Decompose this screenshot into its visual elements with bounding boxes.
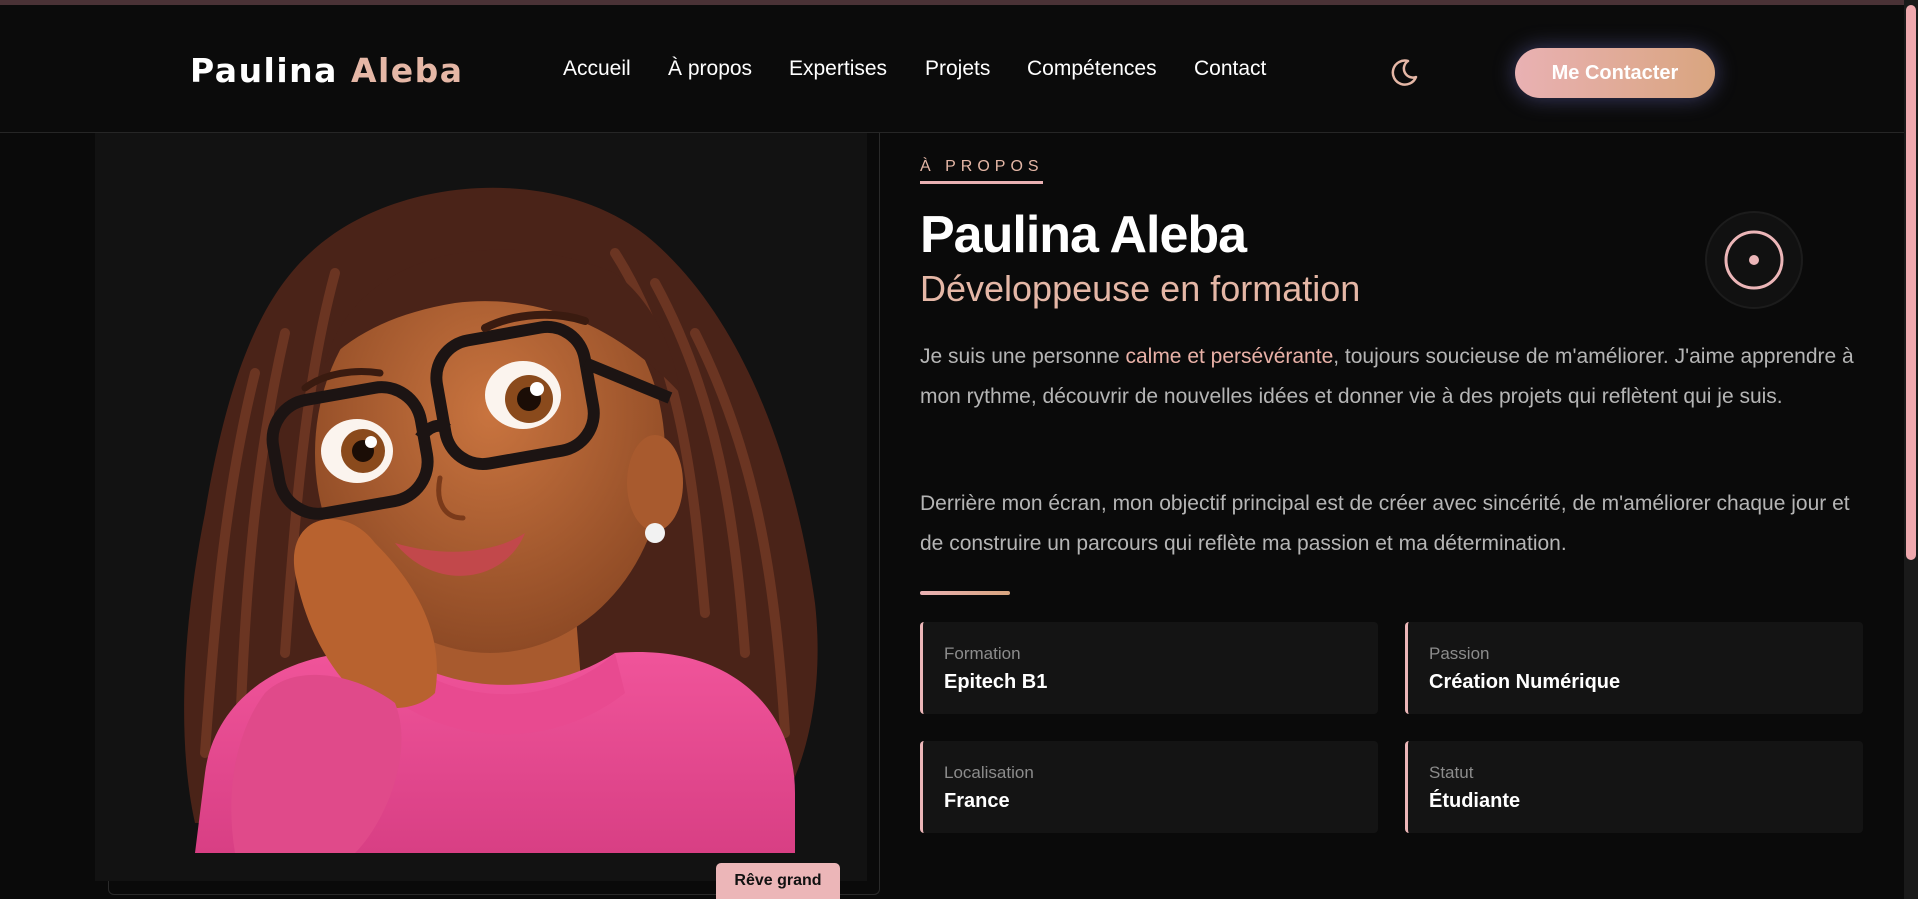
info-card-label: Passion [1429,644,1490,663]
contact-me-button[interactable]: Me Contacter [1515,48,1715,98]
nav-link-a-propos[interactable]: À propos [668,57,752,81]
info-card-value: Epitech B1 [944,671,1048,693]
site-logo[interactable]: Paulina Aleba [190,51,464,90]
nav-link-accueil[interactable]: Accueil [563,57,631,81]
section-divider [920,591,1010,595]
info-card-value: Étudiante [1429,790,1521,812]
info-card-passion: Passion Création Numérique [1405,622,1863,714]
bio-paragraph-2: Derrière mon écran, mon objectif princip… [920,492,1850,555]
site-header: Paulina Aleba Accueil À propos Expertise… [0,5,1904,133]
info-card-formation: Formation Epitech B1 [920,622,1378,714]
nav-link-competences[interactable]: Compétences [1027,57,1157,81]
nav-link-contact[interactable]: Contact [1194,57,1266,81]
info-card-label: Statut [1429,763,1474,782]
avatar-illustration [184,187,818,853]
info-card-label: Formation [944,644,1021,663]
scrollbar-thumb[interactable] [1906,5,1916,560]
page-scrollbar[interactable] [1904,0,1918,899]
info-card-statut: Statut Étudiante [1405,741,1863,833]
dream-big-badge: Rêve grand [716,863,840,899]
bio-text-start: Je suis une personne [920,345,1126,368]
nav-link-expertises[interactable]: Expertises [789,57,887,81]
info-card-value: France [944,790,1010,812]
nav-link-projets[interactable]: Projets [925,57,990,81]
logo-last-name: Aleba [350,51,464,90]
moon-icon[interactable] [1388,57,1420,89]
profile-role: Développeuse en formation [920,268,1361,309]
avatar-image-card [95,133,867,881]
info-card-localisation: Localisation France [920,741,1378,833]
bio-paragraph-1: Je suis une personne calme et persévéran… [920,337,1860,417]
logo-first-name: Paulina [190,51,338,90]
info-card-value: Création Numérique [1429,671,1621,693]
info-card-label: Localisation [944,763,1034,782]
section-eyebrow: À PROPOS [920,158,1044,175]
target-icon [1704,210,1804,310]
profile-name: Paulina Aleba [920,206,1247,264]
bio-highlight: calme et persévérante [1125,345,1334,368]
eyebrow-underline [920,181,1043,184]
